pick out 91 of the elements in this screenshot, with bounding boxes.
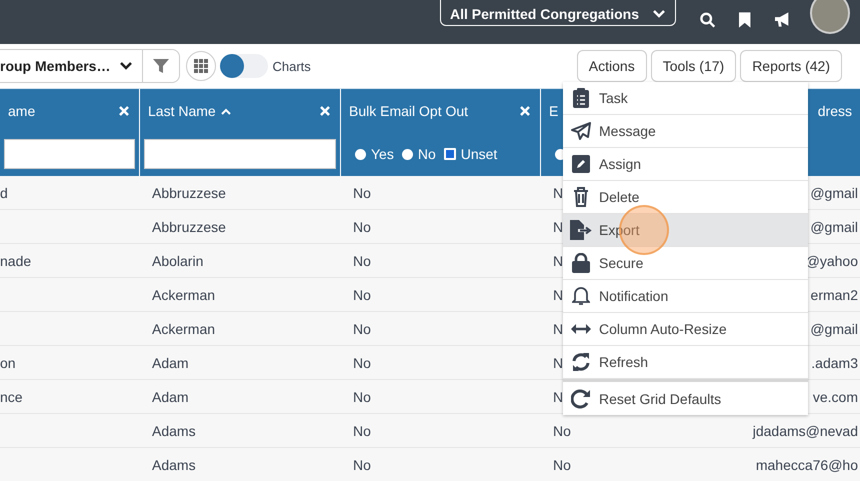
table-cell: No <box>353 286 371 302</box>
column-title[interactable]: E <box>549 103 558 119</box>
table-cell: Ackerman <box>152 320 216 336</box>
menu-item[interactable]: Refresh <box>563 346 808 379</box>
table-cell: N <box>553 286 564 302</box>
menu-item[interactable]: Secure <box>563 247 808 280</box>
table-cell: No <box>353 184 371 200</box>
radio-button[interactable] <box>444 148 456 160</box>
menu-item[interactable]: Notification <box>563 280 808 313</box>
table-cell: N <box>553 184 564 200</box>
table-cell: Ackerman <box>152 286 216 302</box>
table-cell: on <box>0 354 16 370</box>
menu-item[interactable]: Assign <box>563 148 808 181</box>
grid-icon <box>194 59 208 73</box>
menu-item[interactable]: Message <box>563 115 808 148</box>
table-cell: Adams <box>152 422 196 438</box>
table-cell: No <box>353 388 371 404</box>
table-cell: No <box>353 252 371 268</box>
pencil-icon <box>572 155 590 173</box>
table-cell: @gmail <box>810 184 858 200</box>
column-title[interactable]: Last Name <box>148 103 216 119</box>
radio-label: Yes <box>371 146 394 162</box>
sort-ascending-icon[interactable] <box>220 108 231 114</box>
charts-toggle[interactable] <box>220 54 268 78</box>
file-export-icon <box>570 220 592 240</box>
filter-input[interactable] <box>4 139 135 169</box>
column-title[interactable]: dress <box>818 103 852 119</box>
table-cell: N <box>553 388 564 404</box>
filter-icon <box>153 58 170 74</box>
close-icon[interactable] <box>119 106 129 116</box>
table-cell: N <box>553 252 564 268</box>
table-cell: .adam3 <box>811 354 858 370</box>
radio-button[interactable] <box>355 148 366 160</box>
table-cell: Abolarin <box>152 252 204 268</box>
table-cell: Adams <box>152 456 196 472</box>
table-cell: mahecca76@ho <box>756 456 858 472</box>
table-cell: No <box>353 456 371 472</box>
table-cell: erman2 <box>810 286 858 302</box>
lock-icon <box>572 253 590 273</box>
close-icon[interactable] <box>320 106 330 116</box>
avatar[interactable] <box>810 0 850 34</box>
menu-item[interactable]: Export <box>563 214 808 247</box>
paper-plane-icon <box>571 122 591 140</box>
menu-item[interactable]: Task <box>563 82 808 115</box>
table-cell: Adam <box>152 354 189 370</box>
table-cell: d <box>0 184 8 200</box>
chevron-down-icon <box>120 62 132 70</box>
refresh-icon <box>571 352 591 372</box>
table-cell: No <box>353 218 371 234</box>
radio-label: No <box>418 146 436 162</box>
toolbar-button[interactable]: Reports (42) <box>740 50 842 82</box>
table-cell: No <box>353 422 371 438</box>
close-icon[interactable] <box>520 106 530 116</box>
table-cell: jdadams@nevad <box>752 422 858 438</box>
table-cell: Abbruzzese <box>152 184 226 200</box>
radio-label: Unset <box>460 146 498 162</box>
table-cell: @yahoo <box>806 252 858 268</box>
view-select[interactable]: roup Members… <box>0 50 144 82</box>
table-cell: Adam <box>152 388 189 404</box>
table-cell: ve.com <box>812 388 858 404</box>
table-cell: @gmail <box>810 320 858 336</box>
charts-label: Charts <box>272 58 311 74</box>
table-cell: No <box>553 422 571 438</box>
filter-input[interactable] <box>144 139 336 169</box>
toolbar-button[interactable]: Actions <box>576 50 647 82</box>
menu-item[interactable]: Column Auto-Resize <box>563 313 808 346</box>
table-cell: N <box>553 320 564 336</box>
table-cell: No <box>353 320 371 336</box>
search-icon[interactable] <box>700 12 716 28</box>
clipboard-icon <box>573 88 589 108</box>
chevron-down-icon <box>653 10 666 18</box>
table-cell: No <box>353 354 371 370</box>
table-cell: nade <box>0 252 32 268</box>
table-cell: N <box>553 218 564 234</box>
table-cell: nce <box>0 388 23 404</box>
bell-icon <box>572 286 590 306</box>
trash-icon <box>573 187 589 207</box>
radio-button[interactable] <box>402 148 413 160</box>
congregation-select[interactable]: All Permitted Congregations <box>440 0 676 26</box>
bookmark-icon[interactable] <box>739 12 751 28</box>
column-title[interactable]: Bulk Email Opt Out <box>349 103 468 119</box>
redo-icon <box>571 388 591 408</box>
menu-item[interactable]: Reset Grid Defaults <box>563 379 808 415</box>
table-cell: @gmail <box>810 218 858 234</box>
table-cell: Abbruzzese <box>152 218 226 234</box>
column-title[interactable]: ame <box>8 103 36 119</box>
table-cell: N <box>553 354 564 370</box>
grid-button[interactable] <box>186 51 216 81</box>
table-cell: No <box>553 456 571 472</box>
horizontal-arrows-icon <box>571 324 591 334</box>
toolbar-button[interactable]: Tools (17) <box>650 50 736 82</box>
